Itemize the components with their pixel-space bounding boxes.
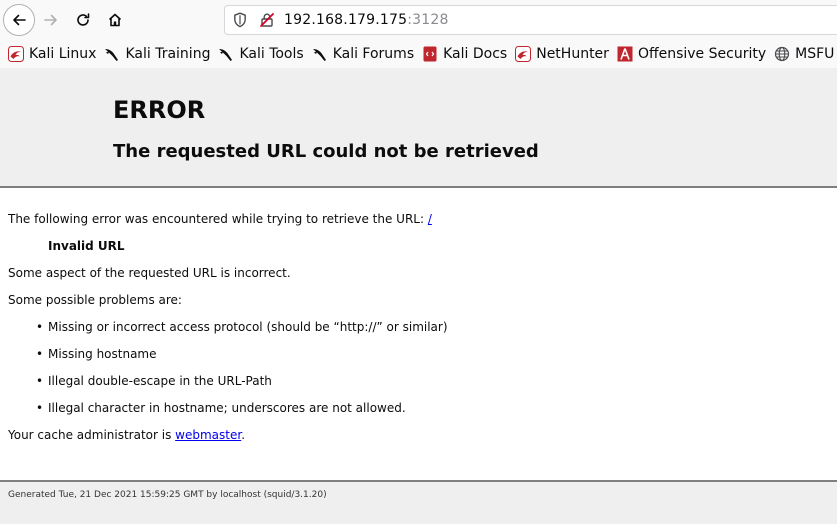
admin-suffix: . bbox=[241, 428, 246, 442]
nethunter-favicon-icon bbox=[515, 46, 532, 62]
url-text[interactable]: 192.168.179.175:3128 bbox=[284, 12, 449, 28]
error-heading: ERROR bbox=[113, 96, 206, 124]
error-footer: Generated Tue, 21 Dec 2021 15:59:25 GMT … bbox=[0, 480, 837, 524]
bookmark-label: Kali Docs bbox=[443, 46, 508, 62]
bookmark-nethunter[interactable]: NetHunter bbox=[515, 42, 609, 66]
bullet-dot: • bbox=[36, 347, 44, 361]
back-button[interactable] bbox=[3, 4, 35, 36]
kali-dragon-icon bbox=[218, 46, 234, 62]
back-arrow-icon bbox=[13, 14, 26, 26]
bookmark-label: MSFU bbox=[795, 46, 835, 62]
bookmark-label: NetHunter bbox=[536, 46, 609, 62]
bookmark-label: Kali Training bbox=[125, 46, 211, 62]
tracking-shield-icon[interactable] bbox=[233, 12, 247, 32]
bookmark-label: Kali Forums bbox=[332, 46, 415, 62]
problem-item: • Missing or incorrect access protocol (s… bbox=[36, 320, 448, 334]
error-intro: The following error was encountered whil… bbox=[8, 212, 432, 226]
bookmark-kali-tools[interactable]: Kali Tools bbox=[218, 42, 304, 66]
kali-linux-favicon-icon bbox=[8, 46, 24, 62]
problems-intro: Some possible problems are: bbox=[8, 293, 182, 307]
generated-timestamp: Generated Tue, 21 Dec 2021 15:59:25 GMT … bbox=[8, 490, 327, 500]
kali-dragon-icon bbox=[312, 46, 328, 62]
reload-icon bbox=[77, 13, 90, 26]
offsec-icon bbox=[617, 46, 633, 62]
problem-item: • Missing hostname bbox=[36, 347, 157, 361]
bookmark-label: Offensive Security bbox=[637, 46, 767, 62]
address-bar[interactable]: 192.168.179.175:3128 bbox=[224, 5, 837, 35]
forward-arrow-icon bbox=[44, 14, 57, 26]
kali-dragon-icon bbox=[104, 46, 120, 62]
insecure-lock-icon[interactable] bbox=[259, 12, 275, 32]
problem-text: Illegal character in hostname; underscor… bbox=[48, 401, 406, 415]
home-button[interactable] bbox=[99, 4, 131, 36]
problem-text: Illegal double-escape in the URL-Path bbox=[48, 374, 272, 388]
bookmark-kali-training[interactable]: Kali Training bbox=[104, 42, 210, 66]
bookmark-label: Kali Linux bbox=[29, 46, 97, 62]
bullet-dot: • bbox=[36, 374, 44, 388]
requested-url-link[interactable]: / bbox=[428, 212, 432, 226]
problem-item: • Illegal double-escape in the URL-Path bbox=[36, 374, 272, 388]
error-intro-text: The following error was encountered whil… bbox=[8, 212, 428, 226]
browser-toolbar: 192.168.179.175:3128 bbox=[0, 0, 837, 40]
url-host: 192.168.179.175 bbox=[284, 12, 408, 28]
kali-docs-icon bbox=[422, 46, 438, 62]
bookmark-msfu[interactable]: MSFU bbox=[774, 42, 834, 66]
admin-text: Your cache administrator is bbox=[8, 428, 176, 442]
problem-item: • Illegal character in hostname; undersco… bbox=[36, 401, 406, 415]
reload-button[interactable] bbox=[67, 4, 99, 36]
webmaster-link[interactable]: webmaster bbox=[175, 428, 241, 442]
home-icon bbox=[108, 13, 122, 27]
bookmarks-toolbar: Kali Linux Kali Training Kali Tools Kali… bbox=[0, 40, 837, 68]
bullet-dot: • bbox=[36, 320, 44, 334]
problem-text: Missing or incorrect access protocol (sh… bbox=[48, 320, 448, 334]
bookmark-kali-linux[interactable]: Kali Linux bbox=[8, 42, 96, 66]
forward-button[interactable] bbox=[35, 4, 67, 36]
bookmark-kali-docs[interactable]: Kali Docs bbox=[422, 42, 507, 66]
error-name: Invalid URL bbox=[48, 239, 125, 253]
error-description: Some aspect of the requested URL is inco… bbox=[8, 266, 291, 280]
bookmark-kali-forums[interactable]: Kali Forums bbox=[312, 42, 414, 66]
error-subheading: The requested URL could not be retrieved bbox=[113, 141, 539, 162]
bookmark-label: Kali Tools bbox=[239, 46, 304, 62]
problem-text: Missing hostname bbox=[48, 347, 157, 361]
error-page: ERROR The requested URL could not be ret… bbox=[0, 68, 837, 524]
bookmark-offensive-security[interactable]: Offensive Security bbox=[617, 42, 766, 66]
globe-icon bbox=[774, 46, 790, 62]
admin-line: Your cache administrator is webmaster. bbox=[8, 428, 245, 442]
error-title-area: ERROR The requested URL could not be ret… bbox=[0, 68, 837, 188]
url-port: :3128 bbox=[407, 12, 449, 28]
bullet-dot: • bbox=[36, 401, 44, 415]
